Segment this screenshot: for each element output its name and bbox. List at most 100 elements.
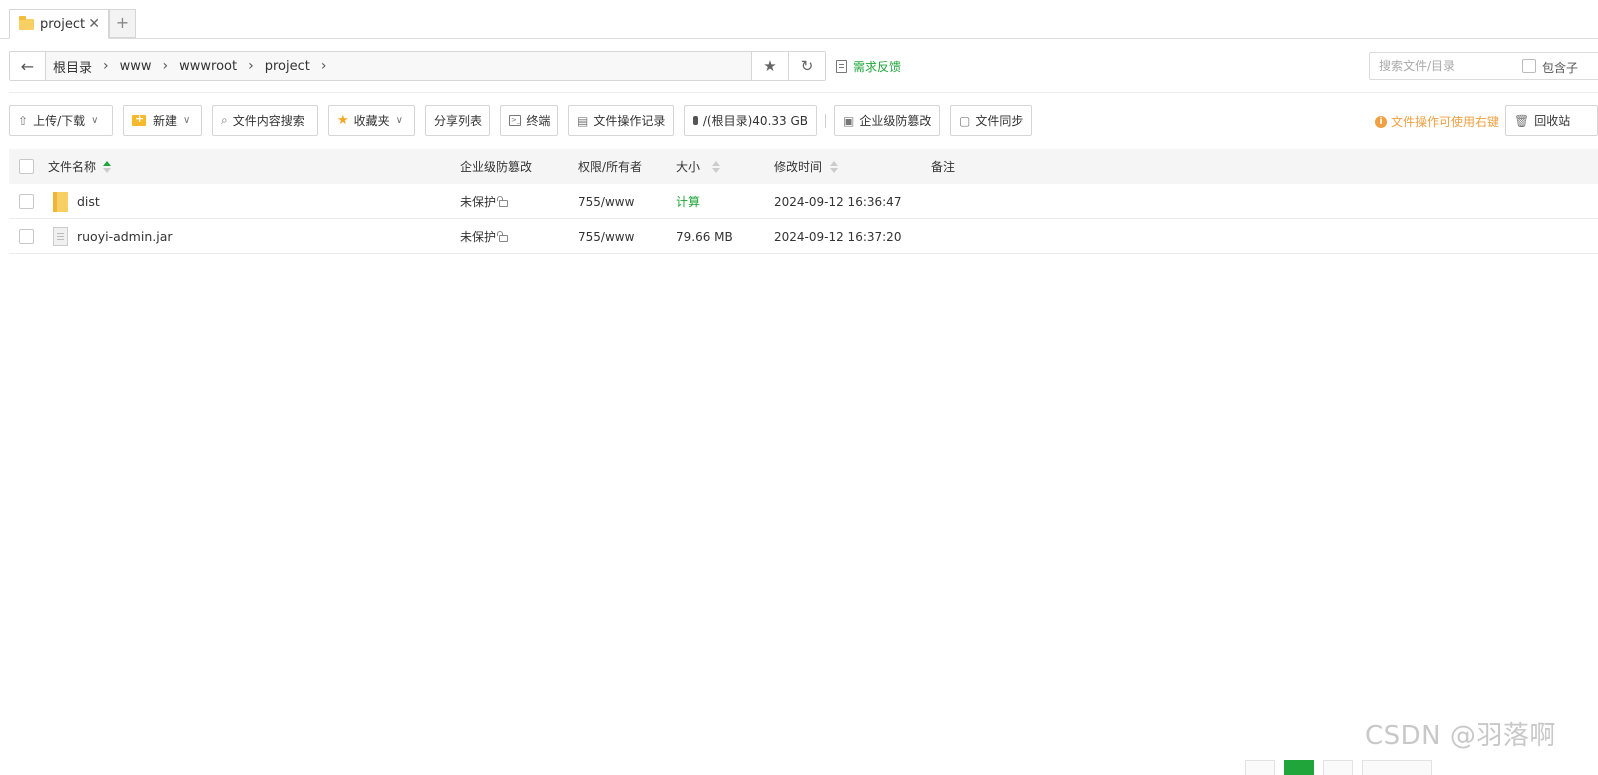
tamper-protection-label: 企业级防篡改 <box>859 114 932 128</box>
watermark: CSDN @羽落啊 <box>1365 721 1556 751</box>
terminal-button[interactable]: >_ 终端 <box>500 105 558 136</box>
star-icon: ★ <box>337 113 349 128</box>
search-box: 包含子 <box>1369 52 1598 80</box>
trash-icon: 🗑 <box>1514 113 1530 128</box>
file-name-cell[interactable]: dist <box>53 184 100 219</box>
chevron-right-icon: › <box>103 58 109 74</box>
chevron-right-icon: › <box>162 58 169 74</box>
include-subdir-label: 包含子 <box>1542 61 1579 75</box>
header-name-label: 文件名称 <box>48 160 97 174</box>
operation-log-button[interactable]: ▤ 文件操作记录 <box>568 105 674 136</box>
disk-icon <box>693 116 698 125</box>
sort-icon[interactable] <box>103 160 112 173</box>
table-row[interactable]: ruoyi-admin.jar 未保护 755/www 79.66 MB 202… <box>9 219 1598 254</box>
crumb-wwwroot[interactable]: wwwroot <box>179 59 237 74</box>
favorite-button[interactable]: ★ <box>751 52 788 80</box>
pager-button[interactable] <box>1323 760 1353 775</box>
header-mtime[interactable]: 修改时间 <box>774 149 839 184</box>
share-list-button[interactable]: 分享列表 <box>425 105 490 136</box>
row-checkbox-cell[interactable] <box>19 184 34 219</box>
tamper-cell[interactable]: 未保护 <box>460 219 509 254</box>
file-sync-button[interactable]: ▢ 文件同步 <box>950 105 1032 136</box>
toolbar-separator <box>825 114 826 128</box>
header-note: 备注 <box>931 149 955 184</box>
new-folder-icon <box>132 112 146 126</box>
add-tab-button[interactable]: + <box>109 9 136 38</box>
crumb-www[interactable]: www <box>120 59 152 74</box>
select-all-checkbox-cell[interactable] <box>19 149 34 184</box>
right-click-hint-label: 文件操作可使用右键 <box>1391 115 1500 129</box>
size-value: 79.66 MB <box>676 229 733 244</box>
refresh-icon: ↻ <box>800 57 814 75</box>
share-list-label: 分享列表 <box>434 114 483 128</box>
new-label: 新建 <box>153 114 178 128</box>
permission-value[interactable]: 755/www <box>578 230 634 244</box>
close-icon[interactable]: ✕ <box>88 16 100 32</box>
table-header: 文件名称 企业级防篡改 权限/所有者 大小 修改时间 备注 <box>9 149 1598 184</box>
divider <box>9 92 1598 93</box>
breadcrumb[interactable]: 根目录 › www › wwwroot › project › <box>46 52 751 80</box>
header-name[interactable]: 文件名称 <box>48 149 112 184</box>
pager-button-active[interactable] <box>1284 760 1314 775</box>
sort-icon[interactable] <box>712 160 721 173</box>
chevron-right-icon: › <box>248 58 254 74</box>
row-checkbox[interactable] <box>19 194 34 209</box>
feedback-link[interactable]: 需求反馈 <box>836 58 901 75</box>
search-icon: ⌕ <box>221 113 228 127</box>
header-permission-label: 权限/所有者 <box>578 160 643 174</box>
crumb-root[interactable]: 根目录 <box>53 57 92 76</box>
pager-button[interactable] <box>1245 760 1275 775</box>
file-name[interactable]: dist <box>77 194 100 209</box>
folder-icon <box>53 191 68 212</box>
header-note-label: 备注 <box>931 160 956 174</box>
feedback-label: 需求反馈 <box>853 60 902 74</box>
new-button[interactable]: 新建 ∨ <box>123 105 202 136</box>
favorites-button[interactable]: ★ 收藏夹 ∨ <box>328 105 415 136</box>
tab-label: project <box>40 16 86 32</box>
star-icon: ★ <box>763 57 777 75</box>
file-name[interactable]: ruoyi-admin.jar <box>77 229 173 244</box>
size-cell: 79.66 MB <box>676 219 733 254</box>
content-search-button[interactable]: ⌕ 文件内容搜索 <box>212 105 318 136</box>
crumb-project[interactable]: project <box>265 59 310 74</box>
right-click-hint: i 文件操作可使用右键 <box>1375 113 1499 130</box>
file-name-cell[interactable]: ruoyi-admin.jar <box>53 219 173 254</box>
table-row[interactable]: dist 未保护 755/www 计算 2024-09-12 16:36:47 <box>9 184 1598 219</box>
terminal-icon: >_ <box>509 115 522 126</box>
tamper-protection-button[interactable]: ▣ 企业级防篡改 <box>834 105 940 136</box>
upload-download-button[interactable]: ⇧ 上传/下载 ∨ <box>9 105 113 136</box>
row-checkbox-cell[interactable] <box>19 219 34 254</box>
mtime-value: 2024-09-12 16:37:20 <box>774 229 902 244</box>
row-checkbox[interactable] <box>19 229 34 244</box>
upload-icon: ⇧ <box>18 113 29 128</box>
content-search-label: 文件内容搜索 <box>232 114 305 128</box>
permission-value[interactable]: 755/www <box>578 195 634 209</box>
sync-folder-icon: ▢ <box>959 113 971 128</box>
header-tamper-label: 企业级防篡改 <box>460 160 533 174</box>
log-icon: ▤ <box>577 113 589 128</box>
back-button[interactable]: ← <box>10 52 46 80</box>
recycle-bin-button[interactable]: 🗑 回收站 <box>1505 105 1598 136</box>
refresh-button[interactable]: ↻ <box>788 52 825 80</box>
disk-button[interactable]: /(根目录)40.33 GB <box>684 105 817 136</box>
shield-icon: ▣ <box>843 113 855 128</box>
header-size-label: 大小 <box>676 160 701 174</box>
include-subdir-checkbox[interactable] <box>1522 59 1536 73</box>
tamper-cell[interactable]: 未保护 <box>460 184 509 219</box>
tab-bar: project ✕ + <box>0 0 1598 39</box>
mtime-cell: 2024-09-12 16:37:20 <box>774 219 901 254</box>
calculate-size-link[interactable]: 计算 <box>676 193 700 210</box>
permission-cell[interactable]: 755/www <box>578 184 634 219</box>
info-icon: i <box>1375 115 1387 128</box>
pager-button[interactable] <box>1362 760 1432 775</box>
address-bar: ← 根目录 › www › wwwroot › project › ★ ↻ <box>9 51 826 81</box>
search-input[interactable] <box>1370 53 1510 79</box>
select-all-checkbox[interactable] <box>19 159 34 174</box>
tab-project[interactable]: project ✕ <box>9 9 109 39</box>
mtime-cell: 2024-09-12 16:36:47 <box>774 184 901 219</box>
sort-icon[interactable] <box>830 160 839 173</box>
size-cell[interactable]: 计算 <box>676 184 700 219</box>
permission-cell[interactable]: 755/www <box>578 219 634 254</box>
header-permission: 权限/所有者 <box>578 149 642 184</box>
header-size[interactable]: 大小 <box>676 149 721 184</box>
